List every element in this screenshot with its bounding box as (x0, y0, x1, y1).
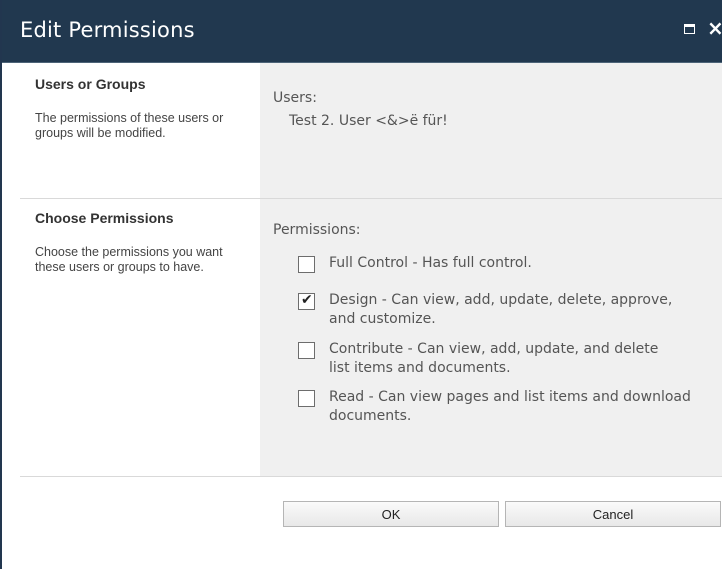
permissions-label: Permissions: (273, 222, 361, 238)
edit-permissions-dialog: Edit Permissions × Users or Groups The p… (0, 0, 722, 569)
permissions-section-title: Choose Permissions (35, 210, 174, 226)
users-section-right (260, 63, 722, 198)
design-checkbox[interactable]: ✔ (298, 292, 315, 310)
permission-label: Contribute - Can view, add, update, and … (329, 341, 659, 376)
permissions-section-right (260, 199, 722, 476)
users-section-title: Users or Groups (35, 76, 146, 92)
section-divider (20, 476, 722, 477)
dialog-title: Edit Permissions (20, 18, 195, 42)
users-section-description: The permissions of these users or groups… (35, 111, 224, 140)
maximize-icon[interactable] (684, 24, 695, 34)
close-icon[interactable]: × (707, 16, 722, 40)
contribute-checkbox[interactable] (298, 342, 315, 359)
permissions-section-description: Choose the permissions you want these us… (35, 245, 223, 274)
permission-label: Full Control - Has full control. (329, 255, 532, 271)
read-checkbox[interactable] (298, 390, 315, 407)
cancel-button[interactable]: Cancel (505, 501, 721, 527)
permissions-section-left (4, 199, 260, 476)
full-control-checkbox[interactable] (298, 256, 315, 273)
users-label: Users: (273, 90, 317, 106)
ok-button[interactable]: OK (283, 501, 499, 527)
permission-label: Design - Can view, add, update, delete, … (329, 292, 673, 327)
checkmark-icon: ✔ (301, 292, 313, 308)
users-value: Test 2. User <&>ë für! (289, 113, 448, 129)
permission-label: Read - Can view pages and list items and… (329, 389, 691, 424)
dialog-titlebar: Edit Permissions × (2, 0, 722, 63)
